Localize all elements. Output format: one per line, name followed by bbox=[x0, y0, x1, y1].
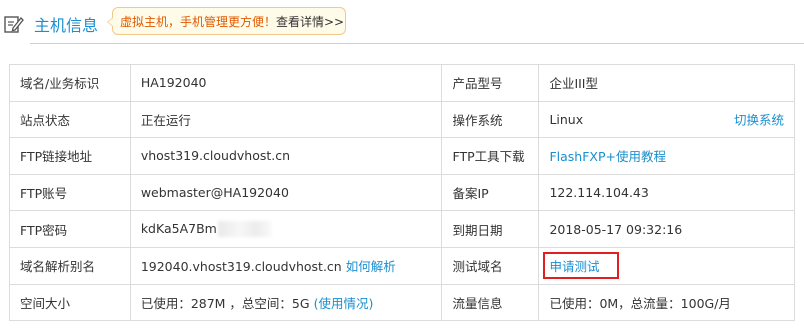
row-label: FTP账号 bbox=[9, 173, 131, 212]
how-to-resolve-link[interactable]: 如何解析 bbox=[346, 259, 396, 274]
table-row: 域名/业务标识 HA192040 产品型号 企业III型 bbox=[9, 64, 795, 102]
row-label: 域名解析别名 bbox=[9, 246, 131, 285]
space-usage-value: 已使用：287M ，总空间：5G bbox=[140, 295, 310, 311]
table-row: 空间大小 已使用：287M ，总空间：5G (使用情况) 流量信息 已使用：0M… bbox=[9, 283, 795, 322]
apply-test-link[interactable]: 申请测试 bbox=[549, 259, 599, 274]
row-label: FTP密码 bbox=[9, 210, 131, 248]
row-label: 产品型号 bbox=[441, 64, 540, 102]
ftp-address-value: vhost319.cloudvhost.cn bbox=[129, 137, 443, 175]
table-row: FTP链接地址 vhost319.cloudvhost.cn FTP工具下载 F… bbox=[9, 137, 795, 175]
row-label: 操作系统 bbox=[441, 100, 540, 139]
callout-arrow-inner bbox=[108, 18, 113, 26]
highlight-box: 申请测试 bbox=[543, 252, 620, 280]
usage-details-link[interactable]: (使用情况) bbox=[314, 296, 374, 311]
os-cell: Linux 切换系统 bbox=[538, 100, 795, 139]
host-info-header: 主机信息 虚拟主机，手机管理更方便！ 查看详情>> bbox=[0, 0, 804, 44]
table-row: FTP账号 webmaster@HA192040 备案IP 122.114.10… bbox=[9, 173, 795, 212]
expiry-date-value: 2018-05-17 09:32:16 bbox=[538, 210, 795, 248]
ftp-password-cell: kdKa5A7Bm bbox=[129, 210, 443, 248]
switch-os-link[interactable]: 切换系统 bbox=[734, 110, 784, 129]
page-title: 主机信息 bbox=[34, 16, 99, 35]
password-mask bbox=[217, 221, 272, 238]
ftp-account-value: webmaster@HA192040 bbox=[129, 173, 443, 212]
ftp-tool-cell: FlashFXP+使用教程 bbox=[538, 137, 795, 175]
row-label: 测试域名 bbox=[441, 246, 540, 285]
flashfxp-tutorial-link[interactable]: FlashFXP+使用教程 bbox=[549, 149, 666, 164]
table-row: 站点状态 正在运行 操作系统 Linux 切换系统 bbox=[9, 100, 795, 139]
row-label: 域名/业务标识 bbox=[9, 64, 131, 102]
table-row: 域名解析别名 192040.vhost319.cloudvhost.cn 如何解… bbox=[9, 246, 795, 285]
ftp-password-value: kdKa5A7Bm bbox=[140, 220, 217, 236]
os-value: Linux bbox=[549, 111, 584, 127]
row-label: 流量信息 bbox=[441, 283, 540, 322]
dns-alias-value: 192040.vhost319.cloudvhost.cn bbox=[140, 259, 342, 275]
test-domain-cell: 申请测试 bbox=[538, 246, 795, 285]
row-label: 空间大小 bbox=[9, 283, 131, 322]
traffic-info-value: 已使用：0M，总流量：100G/月 bbox=[538, 283, 795, 322]
row-label: 到期日期 bbox=[441, 210, 540, 248]
product-model-value: 企业III型 bbox=[538, 64, 795, 102]
record-ip-value: 122.114.104.43 bbox=[538, 173, 795, 212]
dns-alias-cell: 192040.vhost319.cloudvhost.cn 如何解析 bbox=[129, 246, 443, 285]
header-divider bbox=[30, 43, 804, 44]
row-label: 备案IP bbox=[441, 173, 540, 212]
space-size-cell: 已使用：287M ，总空间：5G (使用情况) bbox=[129, 283, 443, 322]
row-label: FTP链接地址 bbox=[9, 137, 131, 175]
view-details-link[interactable]: 查看详情>> bbox=[276, 14, 344, 30]
row-label: FTP工具下载 bbox=[441, 137, 540, 175]
edit-document-icon bbox=[4, 15, 24, 33]
host-info-table: 域名/业务标识 HA192040 产品型号 企业III型 站点状态 正在运行 操… bbox=[9, 64, 795, 322]
row-label: 站点状态 bbox=[9, 100, 131, 139]
table-row: FTP密码 kdKa5A7Bm 到期日期 2018-05-17 09:32:16 bbox=[9, 210, 795, 248]
promo-callout: 虚拟主机，手机管理更方便！ 查看详情>> bbox=[107, 7, 346, 35]
site-status-value: 正在运行 bbox=[129, 100, 443, 139]
promo-text: 虚拟主机，手机管理更方便！ bbox=[120, 15, 277, 29]
domain-business-id-value: HA192040 bbox=[129, 64, 443, 102]
